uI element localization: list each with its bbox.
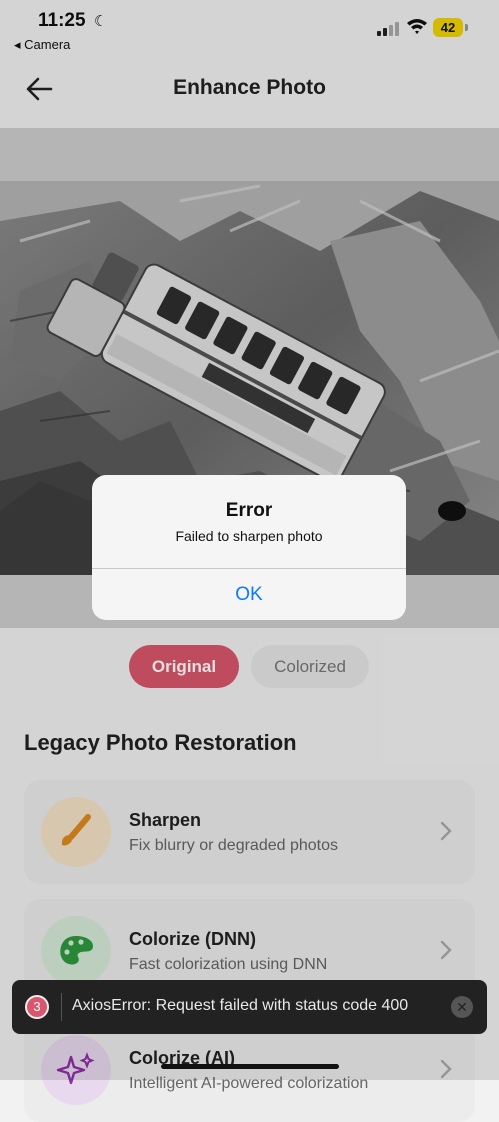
- close-icon[interactable]: ✕: [451, 996, 473, 1018]
- toast-divider: [61, 993, 62, 1021]
- alert-title: Error: [225, 500, 273, 521]
- error-alert-dialog: Error Failed to sharpen photo OK: [92, 475, 406, 620]
- error-toast[interactable]: 3 AxiosError: Request failed with status…: [12, 980, 487, 1034]
- home-indicator[interactable]: [161, 1064, 339, 1069]
- toast-message: AxiosError: Request failed with status c…: [72, 997, 409, 1014]
- enhance-photo-screen: 11:25 ☾ ◂ Camera 42 Enhance Photo Origin…: [0, 0, 499, 1122]
- alert-ok-button[interactable]: OK: [92, 569, 406, 620]
- alert-message: Failed to sharpen photo: [175, 528, 323, 544]
- error-count-badge: 3: [25, 995, 49, 1019]
